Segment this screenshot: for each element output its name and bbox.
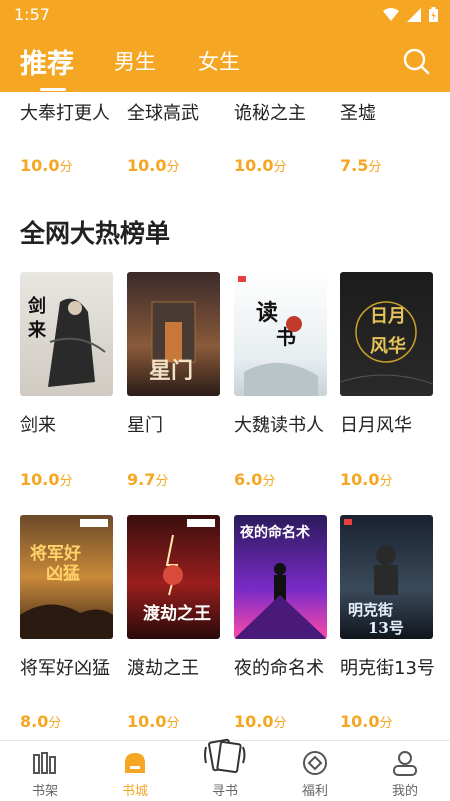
book-item[interactable]: 星门	[127, 414, 227, 438]
book-title: 渡劫之王	[127, 658, 199, 679]
svg-text:渡劫之王: 渡劫之王	[143, 603, 211, 624]
status-time: 1:57	[14, 5, 50, 24]
battery-icon	[429, 7, 438, 22]
book-title: 圣墟	[340, 103, 376, 124]
svg-text:将军好: 将军好	[30, 543, 81, 564]
book-title: 诡秘之主	[234, 103, 306, 124]
find-book-icon	[204, 738, 246, 773]
book-row-top: 大奉打更人 10.0分 全球高武 10.0分 诡秘之主 10.0分 圣墟 7.5…	[0, 92, 450, 192]
bookstore-icon	[125, 753, 145, 773]
tab-bookstore[interactable]: 书城	[90, 741, 180, 801]
bookshelf-icon	[33, 752, 56, 774]
book-title: 星门	[127, 415, 163, 436]
book-score: 8.0分	[20, 712, 62, 731]
wifi-icon	[383, 7, 399, 21]
book-item[interactable]: 剑来	[20, 414, 120, 438]
tab-label: 寻书	[211, 784, 238, 799]
book-item[interactable]: 大魏读书人	[234, 414, 334, 438]
svg-text:13号: 13号	[368, 619, 404, 637]
svg-text:星门: 星门	[149, 358, 193, 384]
book-cover[interactable]: 夜的命名术	[234, 515, 327, 639]
signal-icon	[407, 7, 421, 22]
tab-recommend[interactable]: 推荐	[20, 42, 74, 91]
book-title: 大魏读书人	[234, 415, 324, 436]
top-header: 推荐 男生 女生	[0, 30, 450, 92]
bottom-tab-bar: 书架 书城 寻书 福利 我的	[0, 738, 450, 801]
svg-text:剑: 剑	[27, 295, 46, 317]
cover-art-daweidushuren: 读 书	[238, 276, 318, 396]
tab-label: 我的	[391, 784, 418, 799]
book-item[interactable]: 明克街13号	[340, 657, 436, 681]
book-score: 10.0分	[234, 712, 287, 731]
content-area: 大奉打更人 10.0分 全球高武 10.0分 诡秘之主 10.0分 圣墟 7.5…	[0, 92, 450, 740]
book-cover[interactable]: 星门	[127, 272, 220, 396]
book-score: 9.7分	[127, 470, 169, 489]
svg-text:读: 读	[256, 300, 278, 326]
section-title: 全网大热榜单	[20, 219, 171, 248]
cover-art-dujiezhiwang: 渡劫之王	[143, 519, 215, 624]
book-title: 日月风华	[340, 415, 412, 436]
status-icons	[383, 7, 438, 22]
cover-art-xingmen: 星门	[149, 301, 196, 384]
book-item[interactable]: 大奉打更人 10.0分	[20, 102, 120, 175]
book-score: 10.0分	[20, 470, 73, 489]
cover-art-jiangjun: 将军好 凶猛	[20, 519, 113, 639]
book-cover[interactable]: 日月 风华	[340, 272, 433, 396]
book-item[interactable]: 渡劫之王	[127, 657, 227, 681]
cover-art-mingkejie: 明克街 13号	[344, 519, 404, 637]
book-cover[interactable]: 剑 来	[20, 272, 113, 396]
book-cover[interactable]: 将军好 凶猛	[20, 515, 113, 639]
book-cover[interactable]: 读 书	[234, 272, 327, 396]
book-title: 剑来	[20, 415, 56, 436]
tab-label: 书城	[121, 784, 148, 799]
svg-text:来: 来	[27, 320, 47, 341]
svg-text:夜的命名术: 夜的命名术	[239, 524, 310, 541]
book-title: 夜的命名术	[234, 658, 324, 679]
svg-text:日月: 日月	[370, 306, 406, 327]
tab-label: 福利	[301, 784, 328, 799]
profile-icon	[393, 751, 417, 776]
book-item[interactable]: 日月风华	[340, 414, 440, 438]
cover-art-riyuefenghua: 日月 风华	[340, 301, 433, 385]
book-item[interactable]: 圣墟 7.5分	[340, 102, 440, 175]
book-title: 大奉打更人	[20, 103, 110, 124]
book-cover[interactable]: 明克街 13号	[340, 515, 433, 639]
book-score: 10.0分	[127, 712, 180, 731]
svg-text:明克街: 明克街	[348, 601, 393, 619]
book-title: 明克街13号	[340, 658, 435, 679]
book-item[interactable]: 全球高武 10.0分	[127, 102, 227, 175]
tab-welfare[interactable]: 福利	[270, 741, 360, 801]
cover-art-yedemingmingshu: 夜的命名术	[234, 524, 327, 639]
cover-art-jianlai: 剑 来	[27, 295, 106, 387]
book-item[interactable]: 将军好凶猛	[20, 657, 120, 681]
book-score: 10.0分	[340, 712, 393, 731]
book-score: 10.0分	[127, 156, 180, 175]
book-score: 10.0分	[340, 470, 393, 489]
book-cover[interactable]: 渡劫之王	[127, 515, 220, 639]
book-item[interactable]: 诡秘之主 10.0分	[234, 102, 334, 175]
book-title: 将军好凶猛	[20, 658, 110, 679]
tab-bookshelf[interactable]: 书架	[0, 741, 90, 801]
svg-text:风华: 风华	[370, 335, 406, 357]
book-score: 10.0分	[234, 156, 287, 175]
search-icon[interactable]	[402, 47, 430, 75]
book-score: 10.0分	[20, 156, 73, 175]
tab-male[interactable]: 男生	[114, 46, 156, 76]
tab-profile[interactable]: 我的	[360, 741, 450, 801]
svg-text:凶猛: 凶猛	[46, 563, 80, 584]
tab-find-book[interactable]: 寻书	[180, 738, 270, 801]
book-score: 7.5分	[340, 156, 382, 175]
welfare-icon	[303, 751, 327, 775]
book-item[interactable]: 夜的命名术	[234, 657, 334, 681]
book-score: 6.0分	[234, 470, 276, 489]
book-title: 全球高武	[127, 103, 199, 124]
tab-female[interactable]: 女生	[198, 46, 240, 76]
tab-label: 书架	[31, 784, 58, 799]
status-bar: 1:57	[0, 0, 450, 30]
